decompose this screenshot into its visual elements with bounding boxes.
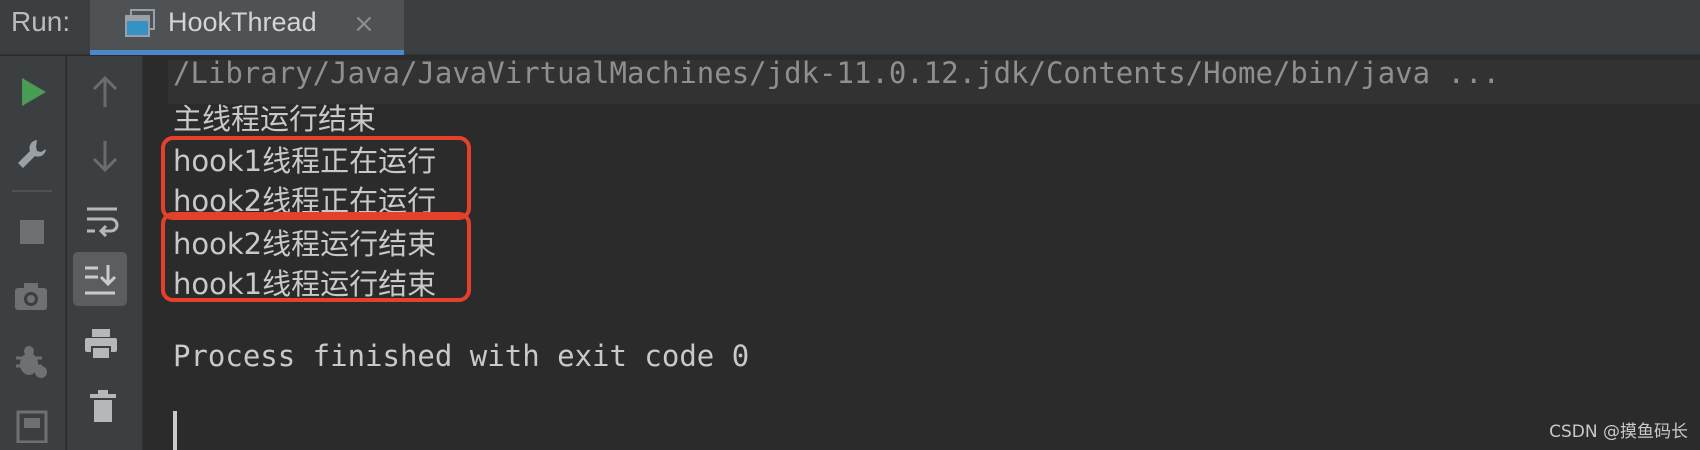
down-arrow-icon[interactable] — [85, 136, 125, 176]
close-icon[interactable]: × — [353, 9, 375, 39]
highlight-box-running — [161, 136, 471, 220]
watermark: CSDN @摸鱼码长 — [1549, 422, 1688, 442]
text-caret — [173, 411, 177, 450]
up-arrow-icon[interactable] — [85, 72, 125, 112]
highlight-box-finished — [161, 212, 471, 302]
console-output[interactable]: /Library/Java/JavaVirtualMachines/jdk-11… — [144, 56, 1700, 450]
wrench-icon[interactable] — [12, 134, 52, 174]
restore-layout-icon[interactable] — [12, 406, 52, 446]
console-line: 主线程运行结束 — [173, 102, 377, 136]
scroll-to-end-icon[interactable] — [80, 260, 120, 300]
debug-bug-icon[interactable] — [11, 341, 51, 381]
command-line[interactable]: /Library/Java/JavaVirtualMachines/jdk-11… — [173, 56, 1500, 90]
camera-icon[interactable] — [11, 276, 51, 316]
run-actions-toolbar — [0, 56, 66, 450]
print-icon[interactable] — [81, 324, 121, 364]
soft-wrap-icon[interactable] — [82, 200, 122, 240]
active-tab-indicator — [90, 50, 404, 55]
run-icon[interactable] — [13, 72, 53, 112]
console-actions-toolbar — [67, 56, 143, 450]
run-tool-window-header: Run: HookThread × — [0, 0, 1700, 55]
exit-message: Process finished with exit code 0 — [173, 339, 750, 373]
console-window-icon — [124, 9, 156, 39]
tab-title: HookThread — [168, 7, 317, 37]
toolbar-separator — [12, 190, 52, 192]
trash-icon[interactable] — [83, 386, 123, 426]
stop-icon[interactable] — [12, 212, 52, 252]
run-label: Run: — [11, 6, 71, 37]
